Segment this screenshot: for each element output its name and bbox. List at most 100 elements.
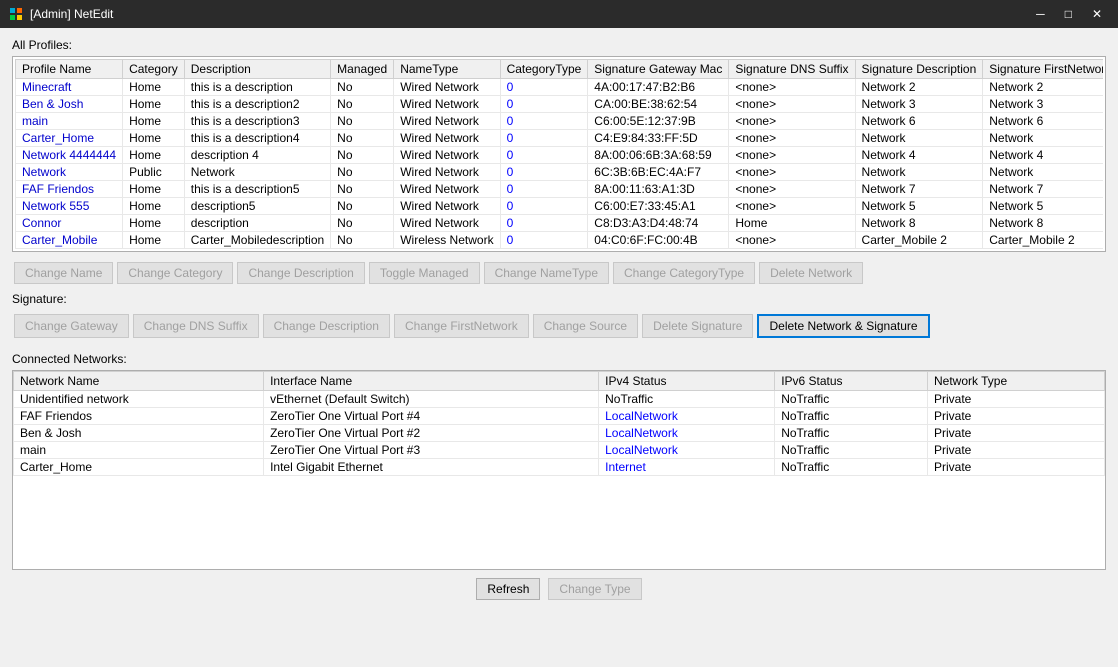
table-cell: Public: [123, 164, 185, 181]
table-cell: description 4: [184, 147, 330, 164]
connected-table-container[interactable]: Network NameInterface NameIPv4 StatusIPv…: [12, 370, 1106, 570]
connected-table: Network NameInterface NameIPv4 StatusIPv…: [13, 371, 1105, 476]
table-cell: Carter_Mobile: [16, 232, 123, 249]
table-cell: vEthernet (Default Switch): [264, 391, 599, 408]
change-nametype-button[interactable]: Change NameType: [484, 262, 609, 284]
profiles-col-header: Description: [184, 60, 330, 79]
table-cell: 0: [500, 232, 588, 249]
table-cell: No: [331, 113, 394, 130]
table-row[interactable]: Carter_MobileHomeCarter_Mobiledescriptio…: [16, 232, 1104, 249]
change-dns-suffix-sig-button[interactable]: Change DNS Suffix: [133, 314, 259, 338]
change-firstnetwork-sig-button[interactable]: Change FirstNetwork: [394, 314, 529, 338]
profiles-col-header: Signature Description: [855, 60, 983, 79]
change-type-button[interactable]: Change Type: [548, 578, 641, 600]
profiles-col-header: NameType: [394, 60, 500, 79]
profiles-table-container[interactable]: Profile NameCategoryDescriptionManagedNa…: [15, 59, 1103, 249]
table-row[interactable]: MinecraftHomethis is a descriptionNoWire…: [16, 79, 1104, 96]
table-row[interactable]: Ben & JoshHomethis is a description2NoWi…: [16, 96, 1104, 113]
table-cell: Network 6: [855, 113, 983, 130]
change-description-button[interactable]: Change Description: [237, 262, 364, 284]
table-cell: Network 4: [855, 147, 983, 164]
connected-col-header: Interface Name: [264, 372, 599, 391]
all-profiles-label: All Profiles:: [12, 38, 1106, 52]
table-row[interactable]: mainZeroTier One Virtual Port #3LocalNet…: [14, 442, 1105, 459]
signature-buttons-row: Change GatewayChange DNS SuffixChange De…: [12, 310, 1106, 342]
table-cell: 0: [500, 198, 588, 215]
table-cell: Home: [123, 181, 185, 198]
table-cell: this is a description: [184, 79, 330, 96]
table-cell: ZeroTier One Virtual Port #2: [264, 425, 599, 442]
table-cell: LocalNetwork: [599, 425, 775, 442]
table-cell: ZeroTier One Virtual Port #4: [264, 408, 599, 425]
delete-signature-sig-button[interactable]: Delete Signature: [642, 314, 753, 338]
change-gateway-sig-button[interactable]: Change Gateway: [14, 314, 129, 338]
connected-header-row: Network NameInterface NameIPv4 StatusIPv…: [14, 372, 1105, 391]
table-row[interactable]: FAF FriendosZeroTier One Virtual Port #4…: [14, 408, 1105, 425]
table-row[interactable]: Ben & JoshZeroTier One Virtual Port #2Lo…: [14, 425, 1105, 442]
table-cell: Carter_Mobiledescription: [184, 232, 330, 249]
table-cell: Home: [123, 215, 185, 232]
table-cell: Wired Network: [394, 215, 500, 232]
table-row[interactable]: Network 555Homedescription5NoWired Netwo…: [16, 198, 1104, 215]
signature-label: Signature:: [12, 292, 1106, 306]
table-cell: Wireless Network: [394, 232, 500, 249]
refresh-button[interactable]: Refresh: [476, 578, 540, 600]
table-cell: <none>: [729, 96, 855, 113]
table-row[interactable]: FAF FriendosHomethis is a description5No…: [16, 181, 1104, 198]
table-row[interactable]: Carter_HomeHomethis is a description4NoW…: [16, 130, 1104, 147]
table-cell: No: [331, 96, 394, 113]
table-cell: Network: [184, 164, 330, 181]
bottom-bar: Refresh Change Type: [8, 572, 1110, 604]
table-cell: 4A:00:17:47:B2:B6: [588, 79, 729, 96]
connected-col-header: Network Type: [927, 372, 1104, 391]
table-cell: Home: [123, 130, 185, 147]
table-cell: <none>: [729, 113, 855, 130]
change-categorytype-button[interactable]: Change CategoryType: [613, 262, 755, 284]
table-cell: 0: [500, 130, 588, 147]
table-cell: Network 5: [983, 198, 1103, 215]
close-button[interactable]: ✕: [1084, 6, 1110, 22]
table-cell: No: [331, 79, 394, 96]
table-cell: Wired Network: [394, 96, 500, 113]
table-cell: this is a description3: [184, 113, 330, 130]
table-cell: Private: [927, 408, 1104, 425]
table-cell: 0: [500, 181, 588, 198]
change-description-sig-button[interactable]: Change Description: [263, 314, 390, 338]
title-bar: [Admin] NetEdit ─ □ ✕: [0, 0, 1118, 28]
table-cell: LocalNetwork: [599, 408, 775, 425]
table-cell: Carter_Mobile 2: [983, 232, 1103, 249]
table-cell: Network 7: [983, 181, 1103, 198]
table-cell: No: [331, 130, 394, 147]
profiles-col-header: Signature DNS Suffix: [729, 60, 855, 79]
table-row[interactable]: Carter_HomeIntel Gigabit EthernetInterne…: [14, 459, 1105, 476]
table-row[interactable]: mainHomethis is a description3NoWired Ne…: [16, 113, 1104, 130]
change-name-button[interactable]: Change Name: [14, 262, 113, 284]
change-source-sig-button[interactable]: Change Source: [533, 314, 638, 338]
profiles-tbody: MinecraftHomethis is a descriptionNoWire…: [16, 79, 1104, 249]
table-row[interactable]: ConnorHomedescriptionNoWired Network0C8:…: [16, 215, 1104, 232]
delete-network-&-signature-sig-button[interactable]: Delete Network & Signature: [757, 314, 929, 338]
table-cell: Network 4: [983, 147, 1103, 164]
table-cell: Network 8: [983, 215, 1103, 232]
table-cell: 6C:3B:6B:EC:4A:F7: [588, 164, 729, 181]
table-cell: Intel Gigabit Ethernet: [264, 459, 599, 476]
delete-network-button[interactable]: Delete Network: [759, 262, 863, 284]
change-category-button[interactable]: Change Category: [117, 262, 233, 284]
table-cell: Network 4444444: [16, 147, 123, 164]
table-cell: 0: [500, 79, 588, 96]
table-row[interactable]: Unidentified networkvEthernet (Default S…: [14, 391, 1105, 408]
table-cell: Network 7: [855, 181, 983, 198]
table-cell: C6:00:5E:12:37:9B: [588, 113, 729, 130]
table-cell: Private: [927, 459, 1104, 476]
table-cell: Network: [16, 164, 123, 181]
toggle-managed-button[interactable]: Toggle Managed: [369, 262, 480, 284]
table-cell: FAF Friendos: [14, 408, 264, 425]
app-icon: [8, 6, 24, 22]
table-cell: Unidentified network: [14, 391, 264, 408]
table-cell: 8A:00:06:6B:3A:68:59: [588, 147, 729, 164]
minimize-button[interactable]: ─: [1028, 6, 1053, 22]
table-row[interactable]: NetworkPublicNetworkNoWired Network06C:3…: [16, 164, 1104, 181]
table-row[interactable]: Network 4444444Homedescription 4NoWired …: [16, 147, 1104, 164]
table-cell: Home: [123, 232, 185, 249]
maximize-button[interactable]: □: [1057, 6, 1080, 22]
